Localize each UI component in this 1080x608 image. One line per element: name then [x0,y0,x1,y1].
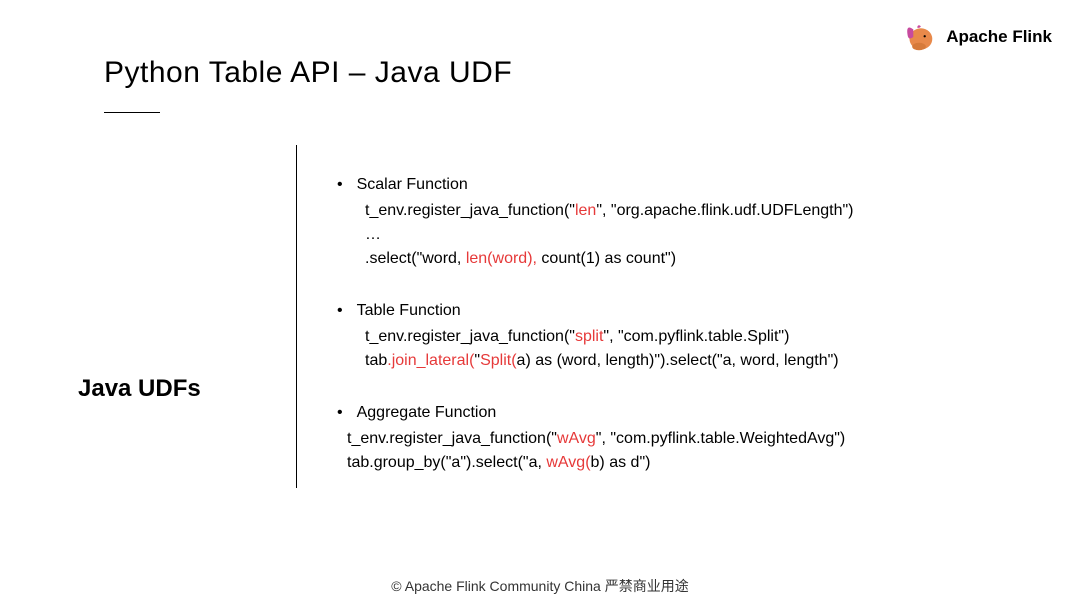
bullet-icon: • [337,405,343,421]
flink-squirrel-icon [900,18,938,56]
slide-title: Python Table API – Java UDF [104,56,512,90]
left-label-text: Java UDFs [78,375,201,403]
bullet-icon: • [337,177,343,193]
bullet-header-table: • Table Function [337,299,853,323]
section-aggregate: • Aggregate Function t_env.register_java… [337,401,853,475]
left-panel: Java UDFs [78,145,296,503]
table-code-line2: tab.join_lateral("Split(a) as (word, len… [337,349,853,373]
table-code-line1: t_env.register_java_function("split", "c… [337,325,853,349]
heading-scalar: Scalar Function [357,173,468,197]
scalar-code-line2: .select("word, len(word), count(1) as co… [337,247,853,271]
bullet-icon: • [337,303,343,319]
header-logo: Apache Flink [900,18,1052,56]
aggregate-code-line1: t_env.register_java_function("wAvg", "co… [337,427,853,451]
content-area: Java UDFs • Scalar Function t_env.regist… [78,145,1040,503]
footer-text: © Apache Flink Community China 严禁商业用途 [0,576,1080,596]
aggregate-code-line2: tab.group_by("a").select("a, wAvg(b) as … [337,451,853,475]
section-table: • Table Function t_env.register_java_fun… [337,299,853,373]
title-underline [104,112,160,113]
right-panel: • Scalar Function t_env.register_java_fu… [297,145,853,503]
bullet-header-aggregate: • Aggregate Function [337,401,853,425]
scalar-ellipsis: … [337,223,853,247]
heading-table: Table Function [357,299,461,323]
heading-aggregate: Aggregate Function [357,401,497,425]
logo-text: Apache Flink [946,27,1052,47]
section-scalar: • Scalar Function t_env.register_java_fu… [337,173,853,271]
scalar-code-line1: t_env.register_java_function("len", "org… [337,199,853,223]
bullet-header-scalar: • Scalar Function [337,173,853,197]
